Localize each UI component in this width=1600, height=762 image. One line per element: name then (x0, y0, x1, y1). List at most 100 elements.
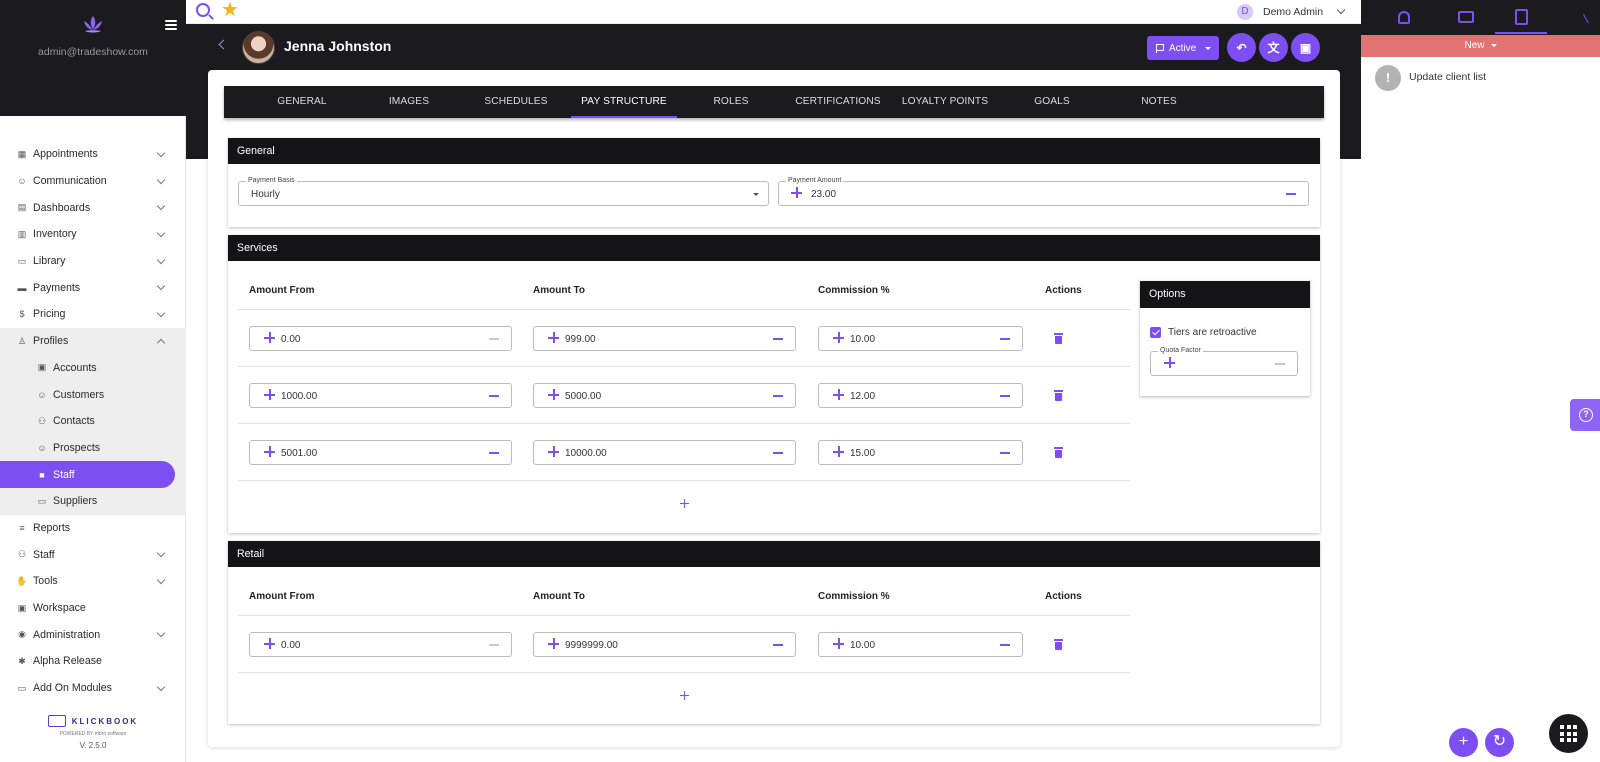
trash-icon[interactable] (1054, 447, 1063, 458)
tab-loyalty-points[interactable]: LOYALTY POINTS (892, 86, 998, 118)
sidebar-item-customers[interactable]: ☺ Customers (0, 381, 186, 408)
amount-to-field[interactable]: 9999999.00 (533, 632, 796, 657)
sidebar-item-communication[interactable]: ☺ Communication (0, 168, 186, 195)
plus-icon[interactable] (548, 446, 559, 457)
minus-icon[interactable] (489, 395, 499, 397)
sidebar-item-profiles[interactable]: ♙ Profiles (0, 328, 186, 355)
commission-value: 10.00 (850, 334, 876, 345)
plus-icon[interactable] (548, 389, 559, 400)
sidebar-item-staff[interactable]: ⚇ Staff (0, 541, 186, 568)
payment-basis-select[interactable]: Payment Basis Hourly (238, 176, 769, 206)
quota-factor-field[interactable]: Quota Factor (1150, 346, 1298, 376)
amount-from-field[interactable]: 0.00 (249, 326, 512, 351)
amount-to-field[interactable]: 999.00 (533, 326, 796, 351)
minus-icon[interactable] (1000, 644, 1010, 646)
sidebar-item-administration[interactable]: ◉ Administration (0, 621, 186, 648)
amount-from-field[interactable]: 0.00 (249, 632, 512, 657)
minus-icon[interactable] (1286, 193, 1296, 195)
plus-icon[interactable] (548, 332, 559, 343)
tab-goals[interactable]: GOALS (999, 86, 1105, 118)
minus-icon[interactable] (489, 452, 499, 454)
amount-to-field[interactable]: 10000.00 (533, 440, 796, 465)
menu-toggle-icon[interactable] (165, 20, 177, 30)
retroactive-checkbox[interactable] (1150, 327, 1161, 338)
sidebar-item-inventory[interactable]: ▥ Inventory (0, 221, 186, 248)
tab-images[interactable]: IMAGES (356, 86, 462, 118)
plus-icon[interactable] (833, 332, 844, 343)
plus-icon[interactable] (833, 638, 844, 649)
minus-icon[interactable] (773, 395, 783, 397)
sidebar-item-tools[interactable]: ✋ Tools (0, 568, 186, 595)
task-item[interactable]: Update client list (1409, 71, 1486, 83)
plus-icon[interactable] (264, 638, 275, 649)
save-button[interactable]: ▣ (1291, 33, 1320, 62)
refresh-fab-button[interactable]: ↻ (1485, 728, 1514, 757)
apps-grid-button[interactable] (1549, 714, 1588, 753)
plus-icon[interactable] (548, 638, 559, 649)
plus-icon[interactable] (833, 446, 844, 457)
plus-icon[interactable] (264, 389, 275, 400)
status-dropdown-button[interactable]: Active (1147, 36, 1219, 60)
commission-field[interactable]: 10.00 (818, 632, 1023, 657)
sidebar-item-reports[interactable]: ≡ Reports (0, 515, 186, 542)
minus-icon[interactable] (1000, 338, 1010, 340)
sidebar-item-appointments[interactable]: ▦ Appointments (0, 141, 186, 168)
plus-icon[interactable] (1164, 357, 1175, 368)
help-button[interactable] (1570, 399, 1600, 431)
task-filter-dropdown[interactable]: New (1361, 35, 1600, 57)
plus-icon[interactable] (264, 446, 275, 457)
minus-icon[interactable] (773, 644, 783, 646)
tab-pay-structure[interactable]: PAY STRUCTURE (571, 86, 677, 118)
minus-icon[interactable] (773, 452, 783, 454)
star-icon[interactable]: ★ (221, 0, 239, 21)
trash-icon[interactable] (1054, 390, 1063, 401)
tab-notes[interactable]: NOTES (1106, 86, 1212, 118)
add-fab-button[interactable]: + (1449, 728, 1478, 757)
sidebar-item-contacts[interactable]: ⚇ Contacts (0, 408, 186, 435)
minus-icon[interactable] (1000, 452, 1010, 454)
minus-icon[interactable] (1000, 395, 1010, 397)
messages-button[interactable] (1455, 6, 1477, 28)
notifications-button[interactable] (1393, 6, 1415, 28)
plus-icon[interactable] (791, 187, 802, 198)
trash-icon[interactable] (1054, 639, 1063, 650)
sidebar-item-accounts[interactable]: ▣ Accounts (0, 355, 186, 382)
sidebar-item-payments[interactable]: ▬ Payments (0, 274, 186, 301)
back-arrow-icon[interactable] (218, 39, 229, 50)
pin-icon[interactable] (1583, 10, 1595, 24)
payment-amount-field[interactable]: Payment Amount 23.00 (778, 176, 1309, 206)
sidebar-item-add-on-modules[interactable]: ▭ Add On Modules (0, 675, 186, 702)
tab-roles[interactable]: ROLES (678, 86, 784, 118)
add-tier-button[interactable] (680, 499, 689, 508)
sidebar-item-staff-profile[interactable]: ■ Staff (0, 461, 175, 488)
commission-field[interactable]: 12.00 (818, 383, 1023, 408)
folder-icon: ▭ (17, 682, 27, 693)
amount-from-field[interactable]: 1000.00 (249, 383, 512, 408)
search-icon[interactable] (196, 3, 210, 17)
tab-certifications[interactable]: CERTIFICATIONS (785, 86, 891, 118)
tasks-button[interactable] (1510, 6, 1532, 28)
plus-icon[interactable] (833, 389, 844, 400)
user-avatar[interactable]: D (1237, 4, 1253, 20)
sidebar-item-prospects[interactable]: ☺ Prospects (0, 435, 186, 462)
chevron-down-icon[interactable] (1336, 5, 1346, 15)
undo-button[interactable]: ↶ (1227, 33, 1256, 62)
add-tier-button[interactable] (680, 691, 689, 700)
sidebar-item-workspace[interactable]: ▣ Workspace (0, 595, 186, 622)
sidebar-item-pricing[interactable]: $ Pricing (0, 301, 186, 328)
plus-icon[interactable] (264, 332, 275, 343)
sidebar-item-dashboards[interactable]: ▤ Dashboards (0, 194, 186, 221)
sidebar-item-suppliers[interactable]: ▭ Suppliers (0, 488, 186, 515)
amount-to-field[interactable]: 5000.00 (533, 383, 796, 408)
amount-from-field[interactable]: 5001.00 (249, 440, 512, 465)
tab-general[interactable]: GENERAL (249, 86, 355, 118)
commission-field[interactable]: 10.00 (818, 326, 1023, 351)
trash-icon[interactable] (1054, 333, 1063, 344)
translate-button[interactable]: 文 (1259, 33, 1288, 62)
user-name[interactable]: Demo Admin (1263, 6, 1323, 18)
minus-icon[interactable] (773, 338, 783, 340)
sidebar-item-alpha-release[interactable]: ✱ Alpha Release (0, 648, 186, 675)
tab-schedules[interactable]: SCHEDULES (463, 86, 569, 118)
sidebar-item-library[interactable]: ▭ Library (0, 248, 186, 275)
commission-field[interactable]: 15.00 (818, 440, 1023, 465)
